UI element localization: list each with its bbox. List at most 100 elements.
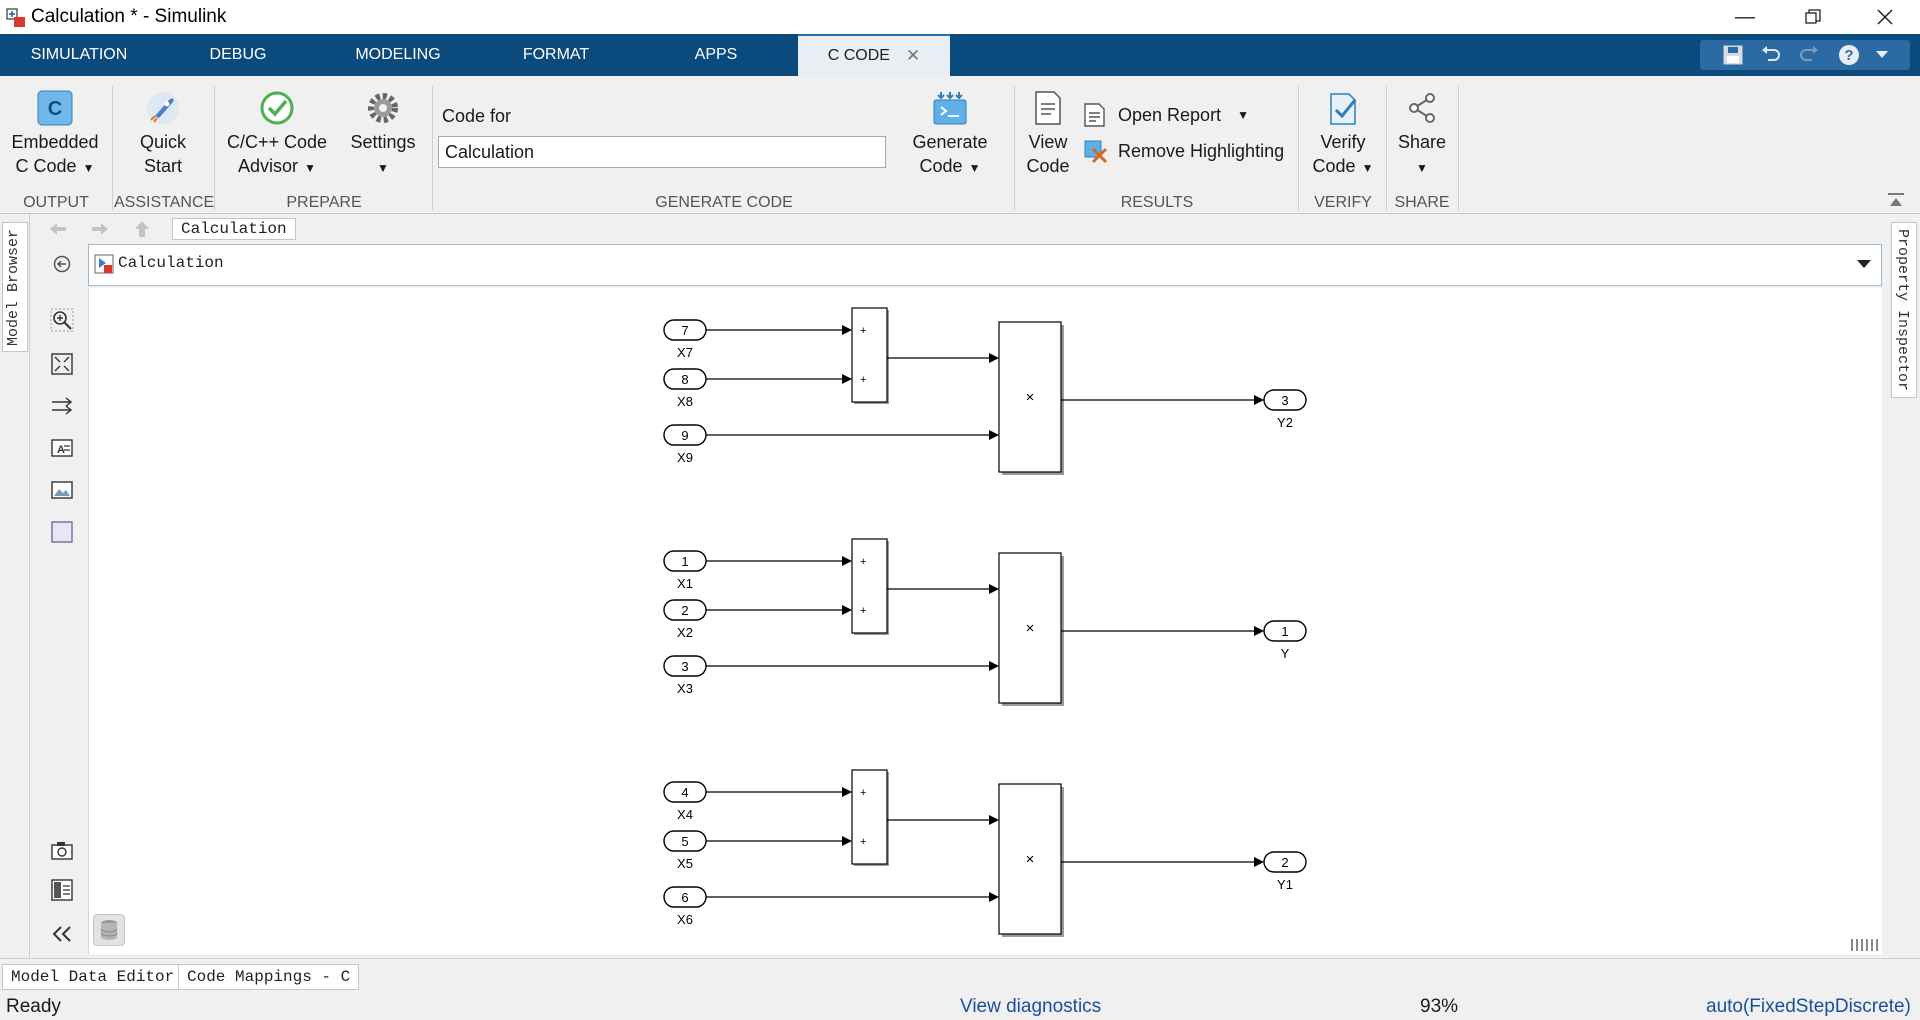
restore-button[interactable] [1784,0,1842,34]
signal-line-head [989,353,999,363]
code-for-label: Code for [442,106,512,126]
generate-line1: Generate [912,132,988,152]
settings-button[interactable]: Settings ▼ [344,90,422,180]
tab-code-mappings[interactable]: Code Mappings - C [178,964,360,990]
signal-line-head [989,661,999,671]
area-button[interactable] [48,518,76,546]
hide-show-browser-button[interactable] [48,250,76,278]
redo-icon[interactable] [1798,46,1820,64]
sum-sign: + [860,556,866,568]
dropdown-arrow-icon: ▼ [968,161,981,175]
inport-port-number: 1 [681,554,688,569]
tab-c-code-label: C CODE [827,47,890,64]
embedded-c-code-button[interactable]: C Embedded C Code ▼ [8,90,102,180]
undo-icon[interactable] [1760,46,1782,64]
tab-c-code[interactable]: C CODE ✕ [798,34,950,76]
signal-line-head [989,892,999,902]
address-bar[interactable] [88,244,1882,286]
verify-code-button[interactable]: Verify Code ▼ [1306,90,1380,180]
generate-line2: Code [919,156,963,176]
generate-code-button[interactable]: Generate Code ▼ [906,90,994,180]
fit-view-icon [51,353,73,375]
view-diagnostics-link[interactable]: View diagnostics [960,996,1101,1018]
model-data-button[interactable] [93,914,125,946]
collapse-palette-button[interactable] [48,920,76,948]
camera-button[interactable] [48,836,76,864]
back-icon [53,255,71,273]
tab-debug[interactable]: DEBUG [158,34,318,76]
sum-block [851,769,888,865]
sum-sign: + [860,787,866,799]
breadcrumb-item[interactable]: Calculation [172,218,296,240]
outport-port-number: 1 [1281,624,1288,639]
tab-simulation[interactable]: SIMULATION [0,34,158,76]
sum-block [851,538,888,634]
outport-port-number: 3 [1281,393,1288,408]
inport-port-number: 8 [681,372,688,387]
report-icon [1084,103,1105,127]
zoom-button[interactable] [48,306,76,334]
nav-forward-icon[interactable] [90,222,110,236]
annotation-button[interactable]: A [48,434,76,462]
model-explorer-button[interactable] [48,876,76,904]
quick-line2: Start [143,156,182,176]
inport-port-label: X3 [677,681,693,696]
fit-to-view-button[interactable] [48,350,76,378]
route-lines-button[interactable] [48,392,76,420]
open-report-button[interactable]: Open Report ▼ [1082,102,1249,128]
inport-port-label: X2 [677,625,693,640]
address-dropdown-icon[interactable] [1856,258,1872,270]
code-for-input[interactable]: Calculation [438,136,886,168]
signal-line-head [842,325,852,335]
collapse-toolstrip-icon[interactable] [1886,192,1906,208]
tab-model-data-editor[interactable]: Model Data Editor [2,964,184,990]
solver-link[interactable]: auto(FixedStepDiscrete) [1706,996,1911,1018]
close-tab-icon[interactable]: ✕ [906,46,920,66]
close-window-button[interactable] [1856,0,1914,34]
code-advisor-button[interactable]: C/C++ Code Advisor ▼ [222,90,332,180]
image-button[interactable] [48,476,76,504]
inport-port-number: 3 [681,659,688,674]
view-code-button[interactable]: View Code [1022,90,1074,178]
tab-apps[interactable]: APPS [634,34,798,76]
area-icon [51,521,73,543]
tab-modeling[interactable]: MODELING [318,34,478,76]
database-icon [100,920,118,940]
view-line2: Code [1026,156,1070,176]
signal-line-head [842,787,852,797]
nav-back-icon[interactable] [48,222,68,236]
remove-highlighting-button[interactable]: Remove Highlighting [1082,138,1284,164]
outport-port-number: 2 [1281,855,1288,870]
tab-format[interactable]: FORMAT [478,34,634,76]
embedded-line1: Embedded [11,132,99,152]
quick-start-button[interactable]: Quick Start [124,90,202,178]
model-canvas[interactable]: 7 X7 8 X8 9 X9 + + × 3 Y2 1 X1 2 X2 3 X3 + + × 1 Y 4 X4 5 X5 6 X6 + +… [88,288,1882,954]
model-browser-tab[interactable]: Model Browser [2,222,28,352]
outport-port-label: Y2 [1277,415,1293,430]
outport-port-label: Y1 [1277,877,1293,892]
signal-line-head [842,836,852,846]
save-icon[interactable] [1722,45,1744,65]
chevron-down-icon[interactable] [1876,51,1888,59]
remove-highlighting-icon [1084,140,1108,164]
share-label: Share [1397,132,1447,152]
group-separator [432,86,433,210]
inport-port-label: X8 [677,394,693,409]
group-label-results: RESULTS [1120,194,1194,211]
group-label-share: SHARE [1394,194,1450,211]
signal-line-head [1254,395,1264,405]
sum-block [851,307,888,403]
property-inspector-tab[interactable]: Property Inspector [1891,222,1917,398]
sum-sign: + [860,325,866,337]
minimize-button[interactable]: — [1716,0,1774,34]
inport-port-label: X7 [677,345,693,360]
resize-grip-icon [1851,939,1878,951]
dropdown-arrow-icon: ▼ [1237,108,1249,122]
inport-port-label: X9 [677,450,693,465]
help-icon[interactable]: ? [1838,44,1860,66]
embedded-line2: C Code [15,156,77,176]
svg-text:C: C [48,98,62,120]
sum-sign: + [860,836,866,848]
share-button[interactable]: Share ▼ [1394,90,1450,180]
nav-up-icon[interactable] [134,220,150,238]
